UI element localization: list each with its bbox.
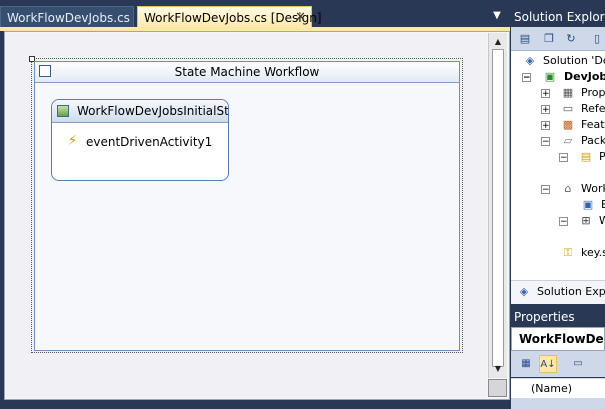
refresh-icon[interactable]: ↻ (563, 31, 579, 47)
status-bar (0, 400, 510, 409)
tree-item-workflow-file[interactable]: − ⊞ W (559, 213, 605, 229)
activity-label: eventDrivenActivity1 (86, 135, 213, 149)
workflow-title: State Machine Workflow (174, 65, 320, 79)
tree-item-solution[interactable]: ◈ Solution 'Dev (523, 53, 605, 69)
tree-item-package[interactable]: − ▱ Packag (541, 133, 605, 149)
collapse-icon[interactable]: − (541, 137, 550, 147)
tree-item-properties[interactable]: + ▦ Propert (541, 85, 605, 101)
properties-folder-icon: ▦ (562, 86, 574, 99)
properties-icon[interactable]: ▤ (517, 31, 533, 47)
scroll-down-icon[interactable]: ▼ (491, 362, 505, 376)
tree-item-label: Solution 'Dev (543, 54, 605, 67)
features-icon: ▩ (562, 118, 574, 131)
solution-tree: ◈ Solution 'Dev − ▣ DevJobs + ▦ Propert … (511, 51, 605, 302)
tree-item-label: E (601, 198, 605, 211)
property-pages-icon[interactable]: ▭ (569, 355, 587, 373)
expand-icon[interactable]: + (541, 105, 550, 115)
tree-item-label: Featur (581, 118, 605, 131)
solution-explorer-title: Solution Explorer (511, 7, 605, 27)
view-code-icon[interactable]: ▯ (589, 31, 605, 47)
expand-icon[interactable]: + (541, 89, 550, 99)
tree-item-label: key.s (581, 246, 605, 259)
expand-icon[interactable]: + (541, 121, 550, 131)
project-icon: ▣ (544, 70, 556, 83)
tree-item-label: P (599, 150, 605, 163)
workflow-file-icon: ⊞ (581, 214, 591, 227)
tree-item-features[interactable]: + ▩ Featur (541, 117, 605, 133)
workflow-header: State Machine Workflow (35, 62, 459, 83)
close-icon[interactable]: ✕ (295, 7, 306, 29)
tree-item-label: Refere (581, 102, 605, 115)
collapse-icon[interactable]: − (541, 185, 550, 195)
tree-item-references[interactable]: + ▭ Refere (541, 101, 605, 117)
state-title: WorkFlowDevJobsInitialState (77, 104, 229, 118)
solution-explorer-tab-label: Solution Explor (537, 285, 605, 298)
tree-item-project[interactable]: − ▣ DevJobs (521, 69, 605, 85)
solution-explorer-toolbar: ▤ ❐ ↻ ▯ (511, 27, 605, 51)
tree-item-key[interactable]: ⚿ key.s (559, 245, 605, 261)
elements-icon: ▣ (582, 198, 594, 211)
tree-item-package-file[interactable]: − ▤ P (559, 149, 605, 165)
properties-toolbar: ▦ A↓ ▭ (511, 351, 605, 377)
tree-item-label: Propert (581, 86, 605, 99)
collapse-icon[interactable]: − (522, 73, 531, 83)
tree-item-label: W (599, 214, 605, 227)
references-icon: ▭ (562, 102, 574, 115)
vertical-scrollbar[interactable]: ▲ ▼ (488, 33, 507, 378)
key-icon: ⚿ (563, 246, 573, 259)
tree-item-elements[interactable]: ▣ E (579, 197, 605, 213)
properties-object-selector[interactable]: WorkFlowDevJo (511, 327, 605, 351)
alphabetical-icon[interactable]: A↓ (539, 355, 557, 373)
solution-explorer-tab[interactable]: ◈ Solution Explor (511, 280, 605, 304)
tab-label: WorkFlowDevJobs.cs (7, 11, 130, 25)
show-all-files-icon[interactable]: ❐ (541, 31, 557, 47)
package-icon: ▤ (580, 150, 592, 163)
scroll-up-icon[interactable]: ▲ (491, 35, 505, 49)
properties-title: Properties (511, 307, 605, 327)
scroll-thumb[interactable] (492, 49, 504, 367)
tree-item-workflow-folder[interactable]: − ⌂ Work (541, 181, 605, 197)
event-driven-activity[interactable]: ⚡ eventDrivenActivity1 (64, 133, 213, 151)
scroll-corner (488, 379, 507, 397)
tree-item-label: Packag (581, 134, 605, 147)
state-header: WorkFlowDevJobsInitialState (52, 100, 228, 123)
collapse-icon[interactable]: − (559, 217, 568, 227)
tree-item-label: Work (581, 182, 605, 195)
property-row-name[interactable]: (Name) (511, 378, 605, 398)
state-activity[interactable]: WorkFlowDevJobsInitialState ⚡ eventDrive… (51, 99, 229, 181)
collapse-icon[interactable]: − (559, 153, 568, 163)
tab-workflowdevjobs-cs[interactable]: WorkFlowDevJobs.cs (0, 6, 134, 28)
solution-explorer-icon: ◈ (519, 285, 529, 298)
workflow-icon (39, 65, 51, 77)
package-folder-icon: ▱ (563, 134, 573, 147)
categorized-icon[interactable]: ▦ (517, 355, 535, 373)
solution-icon: ◈ (525, 54, 535, 67)
tab-dropdown-icon[interactable]: ▼ (490, 10, 504, 24)
properties-footer (511, 398, 605, 409)
state-icon (57, 105, 69, 117)
workflow-folder-icon: ⌂ (564, 182, 572, 195)
tree-item-label: DevJobs (564, 70, 605, 83)
event-driven-icon: ⚡ (67, 133, 78, 149)
tab-workflowdevjobs-design[interactable]: WorkFlowDevJobs.cs [Design] ✕ (137, 6, 322, 29)
